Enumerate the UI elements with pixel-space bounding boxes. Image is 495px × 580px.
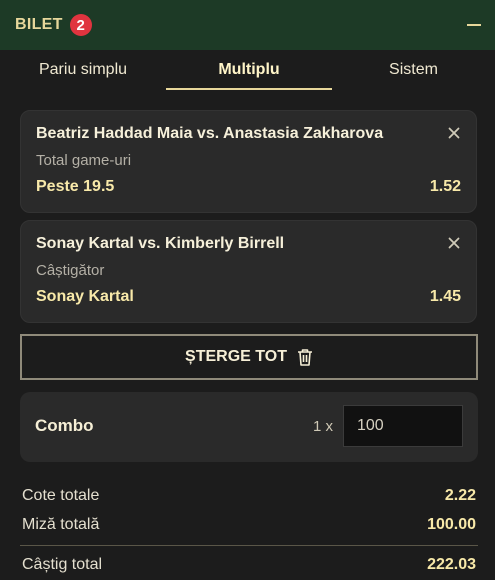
tab-single[interactable]: Pariu simplu: [0, 50, 166, 90]
bet-match: Sonay Kartal vs. Kimberly Birrell: [36, 235, 285, 252]
close-icon[interactable]: [448, 237, 460, 249]
total-odds-value: 2.22: [444, 487, 476, 504]
bet-match: Beatriz Haddad Maia vs. Anastasia Zakhar…: [36, 125, 384, 142]
betslip-title: BILET: [15, 16, 63, 33]
stake-input[interactable]: [343, 405, 463, 447]
summary-divider: [20, 545, 478, 546]
betslip-header[interactable]: BILET 2: [0, 0, 495, 50]
bet-market: Total game-uri: [36, 152, 132, 169]
collapse-icon[interactable]: [467, 24, 481, 26]
tab-system[interactable]: Sistem: [332, 50, 495, 90]
total-win-label: Câștig total: [22, 556, 103, 573]
clear-all-label: ȘTERGE TOT: [185, 348, 287, 365]
tab-multiple[interactable]: Multiplu: [166, 50, 332, 90]
total-stake-label: Miză totală: [22, 516, 100, 533]
total-win-value: 222.03: [427, 556, 476, 573]
combo-multiplier: 1 x: [313, 418, 334, 435]
bet-market: Câștigător: [36, 262, 105, 279]
bet-card: Beatriz Haddad Maia vs. Anastasia Zakhar…: [20, 110, 477, 213]
bet-odds: 1.45: [429, 288, 461, 305]
bet-selection: Sonay Kartal: [36, 288, 134, 305]
close-icon[interactable]: [448, 127, 460, 139]
bet-odds: 1.52: [429, 178, 461, 195]
trash-icon: [297, 349, 312, 366]
summary-total-win: Câștig total 222.03: [22, 556, 476, 574]
summary-total-odds: Cote totale 2.22: [22, 487, 476, 505]
bet-selection: Peste 19.5: [36, 178, 115, 195]
total-odds-label: Cote totale: [22, 487, 100, 504]
combo-stake-panel: Combo 1 x: [20, 392, 478, 462]
clear-all-button[interactable]: ȘTERGE TOT: [20, 334, 478, 380]
total-stake-value: 100.00: [427, 516, 476, 533]
bet-card: Sonay Kartal vs. Kimberly Birrell Câștig…: [20, 220, 477, 323]
summary-total-stake: Miză totală 100.00: [22, 516, 476, 534]
bet-count-badge: 2: [69, 14, 92, 36]
bet-type-tabs: Pariu simplu Multiplu Sistem: [0, 50, 495, 90]
combo-label: Combo: [35, 416, 94, 435]
